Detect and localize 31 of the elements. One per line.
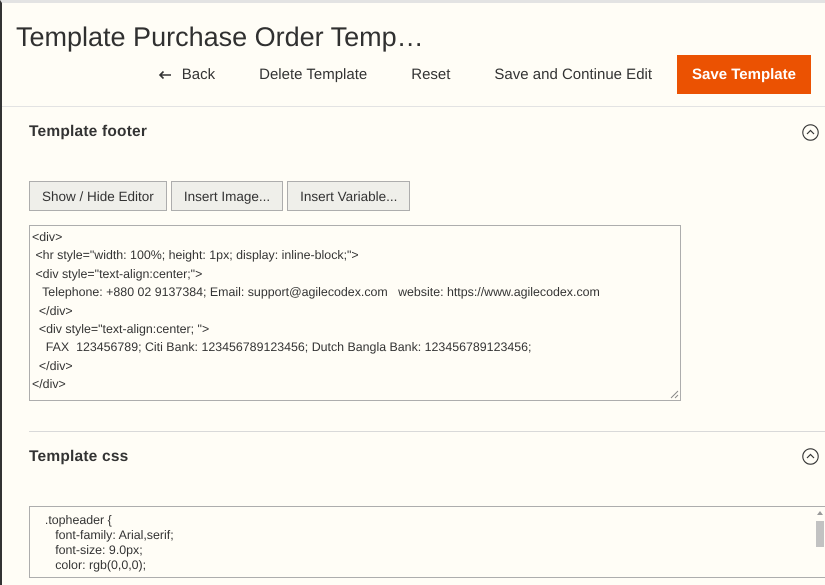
- code-field[interactable]: [29, 225, 681, 401]
- code-line: </div>: [32, 376, 67, 394]
- section-title: Template css: [29, 448, 128, 466]
- scrollbar[interactable]: [815, 508, 825, 549]
- collapse-toggle-icon[interactable]: [802, 124, 819, 140]
- code-field[interactable]: .topheader { font-family: Arial,serif; font-size: 9.0px; color: rgb(0,0,0);: [29, 506, 825, 578]
- resize-handle-icon[interactable]: [670, 390, 679, 399]
- editor-button[interactable]: Insert Image...: [170, 181, 284, 211]
- code-line: </div>: [38, 302, 74, 320]
- action-button[interactable]: Save and Continue Edit: [475, 56, 672, 93]
- code-line: font-family: Arial,serif;: [54, 528, 175, 543]
- editor-button[interactable]: Insert Variable...: [287, 181, 410, 211]
- code-line: <div style="text-align:center; ">: [38, 321, 210, 338]
- collapse-toggle-icon[interactable]: [802, 448, 819, 466]
- save-button[interactable]: Save Template: [677, 55, 811, 94]
- section-title: Template footer: [29, 123, 148, 141]
- page-title: Template Purchase Order Temp…: [16, 21, 425, 54]
- code-line: <div style="text-align:center;">: [34, 266, 204, 283]
- action-button[interactable]: Delete Template: [240, 56, 386, 93]
- back-button[interactable]: Back: [138, 56, 234, 93]
- code-line: Telephone: +880 02 9137384; Email: support@agilecodex.com website: https://www.agilecodex.com: [41, 284, 601, 302]
- action-button[interactable]: Reset: [392, 56, 470, 93]
- editor-button[interactable]: Show / Hide Editor: [29, 181, 167, 211]
- code-line: <div>: [32, 229, 64, 246]
- code-line: </div>: [38, 358, 74, 375]
- code-line: FAX 123456789; Citi Bank: 123456789123456; Dutch Bangla Bank: 123456789123456;: [44, 339, 532, 356]
- code-line: font-size: 9.0px;: [54, 542, 144, 558]
- code-line: .topheader {: [44, 512, 113, 528]
- arrow-left-icon: [158, 70, 172, 80]
- code-line: color: rgb(0,0,0);: [54, 558, 148, 573]
- code-line: <hr style="width: 100%; height: 1px; display: inline-block;">: [34, 247, 360, 264]
